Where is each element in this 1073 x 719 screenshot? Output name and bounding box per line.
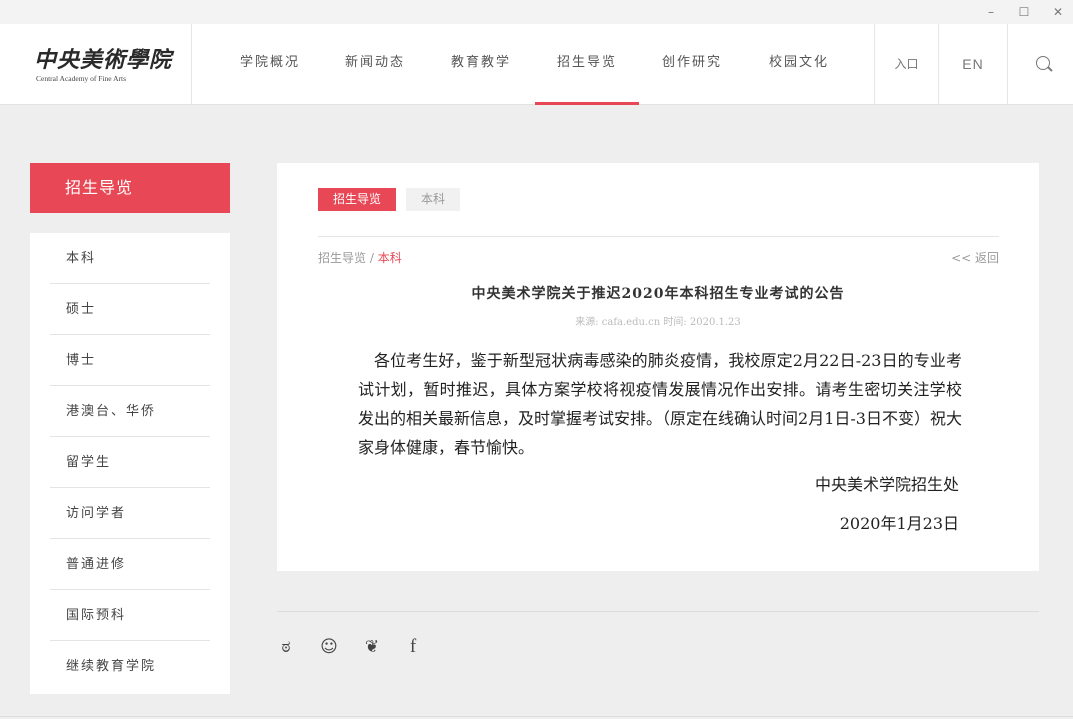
logo-chinese: 中央美術學院 bbox=[34, 47, 173, 73]
site-header: 中央美術學院 Central Academy of Fine Arts 学院概况… bbox=[0, 24, 1073, 105]
minimize-icon[interactable]: – bbox=[982, 3, 1000, 21]
sidebar-item-general-study[interactable]: 普通进修 bbox=[50, 539, 210, 590]
article-title: 中央美术学院关于推迟2020年本科招生专业考试的公告 bbox=[471, 286, 845, 302]
article-date: 2020年1月23日 bbox=[839, 514, 959, 533]
sidebar-title: 招生导览 bbox=[30, 163, 230, 213]
article-body: 各位考生好，鉴于新型冠状病毒感染的肺炎疫情，我校原定2月22日-23日的专业考试… bbox=[358, 351, 962, 457]
wechat-icon[interactable]: ☺ bbox=[319, 637, 339, 657]
tab-undergraduate[interactable]: 本科 bbox=[406, 188, 461, 211]
sidebar-item-doctor[interactable]: 博士 bbox=[50, 335, 210, 386]
breadcrumb-current[interactable]: 本科 bbox=[378, 251, 402, 265]
nav-item-education[interactable]: 教育教学 bbox=[451, 24, 511, 105]
nav-item-research[interactable]: 创作研究 bbox=[662, 24, 722, 105]
main-nav: 学院概况 新闻动态 教育教学 招生导览 创作研究 校园文化 bbox=[192, 24, 874, 105]
maximize-icon[interactable]: ☐ bbox=[1015, 3, 1033, 21]
back-link[interactable]: << 返回 bbox=[951, 249, 999, 266]
nav-item-admissions[interactable]: 招生导览 bbox=[534, 24, 640, 105]
nav-item-campus[interactable]: 校园文化 bbox=[769, 24, 829, 105]
sidebar-item-international-prep[interactable]: 国际预科 bbox=[50, 590, 210, 641]
article-panel: 招生导览 本科 招生导览 / 本科 << 返回 中央美术学院关于推迟2020年本… bbox=[277, 163, 1039, 571]
article-meta: 来源: cafa.edu.cn 时间: 2020.1.23 bbox=[575, 317, 741, 328]
sidebar-item-undergraduate[interactable]: 本科 bbox=[50, 233, 210, 284]
facebook-icon[interactable]: f bbox=[403, 637, 423, 657]
sidebar-item-continuing-education[interactable]: 继续教育学院 bbox=[50, 641, 210, 692]
sidebar-menu: 本科 硕士 博士 港澳台、华侨 留学生 访问学者 普通进修 国际预科 继续教育学… bbox=[30, 233, 230, 694]
language-en-button[interactable]: EN bbox=[938, 24, 1007, 105]
sidebar-item-international-students[interactable]: 留学生 bbox=[50, 437, 210, 488]
article-signature: 中央美术学院招生处 bbox=[814, 475, 959, 494]
tab-admissions[interactable]: 招生导览 bbox=[318, 188, 397, 211]
footer-divider bbox=[277, 611, 1039, 612]
logo-english: Central Academy of Fine Arts bbox=[36, 74, 126, 83]
breadcrumb: 招生导览 / 本科 bbox=[318, 249, 402, 266]
breadcrumb-root[interactable]: 招生导览 bbox=[318, 251, 366, 265]
search-button[interactable] bbox=[1007, 24, 1073, 105]
entry-button[interactable]: 入口 bbox=[874, 24, 938, 105]
divider bbox=[318, 236, 999, 237]
nav-item-about[interactable]: 学院概况 bbox=[240, 24, 300, 105]
search-icon bbox=[1036, 56, 1050, 70]
close-icon[interactable]: ✕ bbox=[1049, 3, 1067, 21]
twitter-icon[interactable]: ❦ bbox=[362, 637, 382, 657]
sidebar-item-master[interactable]: 硕士 bbox=[50, 284, 210, 335]
window-titlebar: – ☐ ✕ bbox=[0, 0, 1073, 24]
sidebar-item-hk-macao-taiwan[interactable]: 港澳台、华侨 bbox=[50, 386, 210, 437]
sidebar-item-visiting-scholars[interactable]: 访问学者 bbox=[50, 488, 210, 539]
weibo-icon[interactable]: ಠ bbox=[276, 637, 296, 657]
site-logo[interactable]: 中央美術學院 Central Academy of Fine Arts bbox=[0, 24, 192, 105]
nav-item-news[interactable]: 新闻动态 bbox=[345, 24, 405, 105]
bottom-divider bbox=[0, 716, 1073, 717]
breadcrumb-separator: / bbox=[366, 251, 378, 265]
